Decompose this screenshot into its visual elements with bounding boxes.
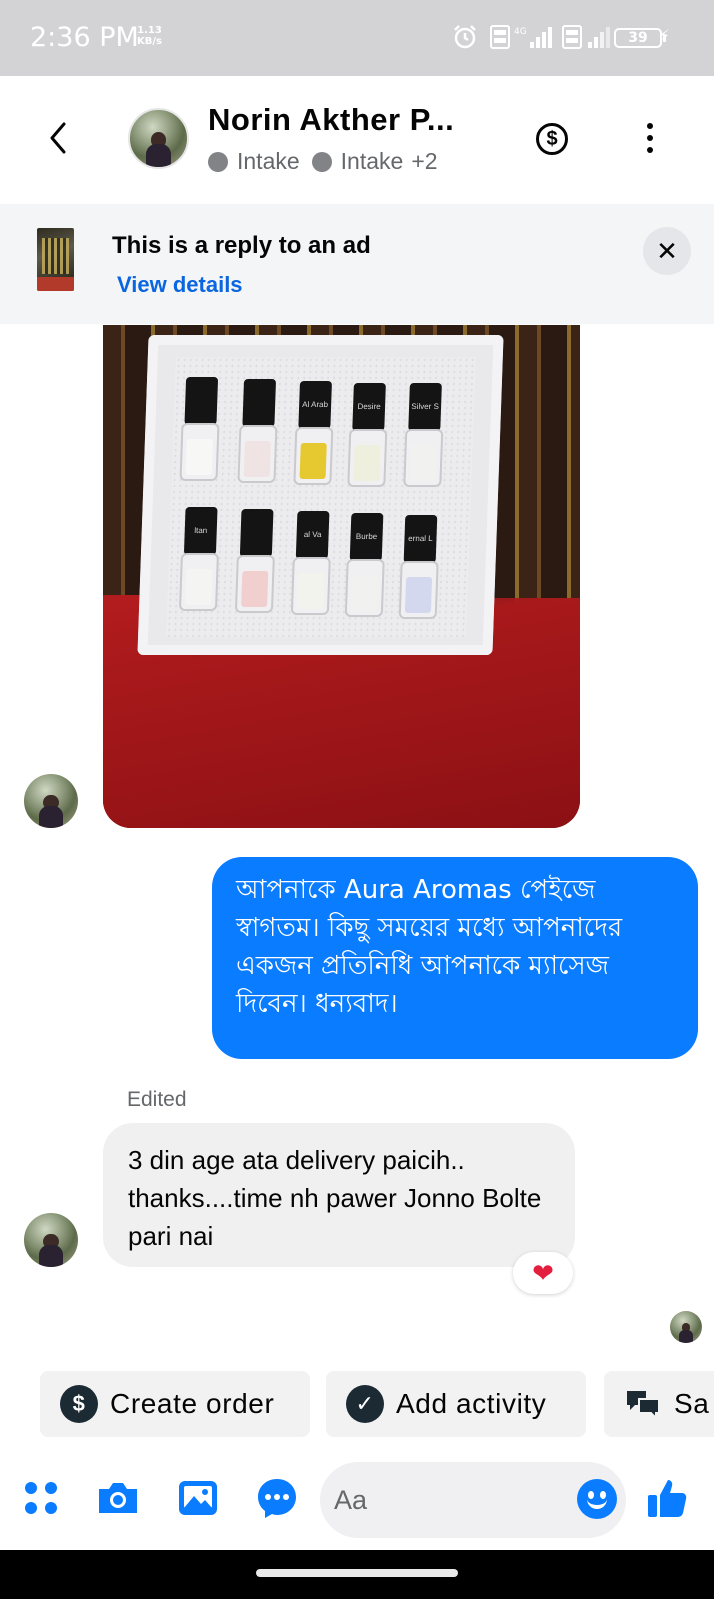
volte-icon: [562, 25, 582, 49]
perfume-bottle: [234, 509, 277, 621]
signal-icon: [588, 27, 610, 48]
signal-icon: 4G: [514, 27, 552, 48]
more-vertical-icon[interactable]: [645, 123, 655, 155]
label-intake: Intake: [237, 148, 300, 174]
network-speed-value: 1.13: [137, 25, 162, 36]
outgoing-message[interactable]: আপনাকে Aura Aromas পেইজে স্বাগতম। কিছু স…: [212, 857, 698, 1059]
camera-icon[interactable]: [95, 1475, 141, 1521]
create-order-button[interactable]: $ Create order: [40, 1371, 310, 1437]
dollar-icon[interactable]: $: [536, 123, 568, 155]
message-composer: [0, 1450, 714, 1550]
check-circle-icon: ✓: [346, 1385, 384, 1423]
add-activity-label: Add activity: [396, 1388, 547, 1419]
chat-extension-icon[interactable]: [254, 1475, 300, 1521]
close-icon[interactable]: ✕: [643, 227, 691, 275]
perfume-bottle: Silver S: [403, 383, 445, 495]
saved-replies-label: Sa: [674, 1388, 710, 1419]
chevron-left-icon[interactable]: [40, 116, 76, 160]
perfume-bottle: Desire: [347, 383, 389, 495]
network-speed-unit: KB/s: [137, 36, 162, 47]
status-time: 2:36 PM: [30, 22, 139, 53]
battery-icon: 39: [614, 28, 666, 48]
volte-icon: [490, 25, 510, 49]
gallery-icon[interactable]: [175, 1475, 221, 1521]
contact-name[interactable]: Norin Akther P...: [208, 102, 454, 138]
status-bar: 2:36 PM 1.13 KB/s 4G 39 ⚡: [0, 0, 714, 76]
quick-actions-bar: $ Create order ✓ Add activity Sa: [0, 1371, 714, 1437]
system-navigation-bar: [0, 1550, 714, 1599]
perfume-bottle: Al Arab: [293, 381, 335, 493]
seen-avatar: [670, 1311, 702, 1343]
sender-avatar[interactable]: [24, 774, 78, 828]
ad-banner-title: This is a reply to an ad: [112, 232, 371, 259]
network-speed: 1.13 KB/s: [137, 25, 162, 47]
label-dot-icon: [311, 151, 332, 172]
alarm-icon: [454, 25, 476, 49]
edited-label: Edited: [127, 1088, 187, 1111]
perfume-bottle: al Va: [290, 511, 333, 623]
emoji-icon[interactable]: [577, 1479, 617, 1519]
perfume-tray: Al Arab Desire Silver S ltan al Va Burbe…: [137, 335, 504, 655]
label-intake: Intake: [340, 148, 404, 174]
perfume-bottle: ltan: [178, 507, 221, 619]
heart-reaction-icon[interactable]: ❤: [513, 1252, 573, 1294]
sender-avatar[interactable]: [24, 1213, 78, 1267]
ad-reply-banner: This is a reply to an ad View details: [0, 204, 714, 324]
contact-labels[interactable]: Intake Intake +2: [208, 148, 438, 175]
saved-replies-button[interactable]: Sa: [604, 1371, 714, 1437]
create-order-label: Create order: [110, 1388, 275, 1419]
home-gesture-pill[interactable]: [256, 1569, 458, 1577]
conversation-header: Norin Akther P... Intake Intake +2 $: [0, 76, 714, 204]
svg-text:4G: 4G: [514, 27, 527, 37]
perfume-bottle: ernal L: [398, 515, 440, 627]
avatar[interactable]: [128, 108, 189, 169]
dollar-circle-icon: $: [60, 1385, 98, 1423]
chat-bubbles-icon: [627, 1391, 660, 1421]
labels-more-count: +2: [411, 148, 438, 174]
thumbs-up-icon[interactable]: [644, 1475, 690, 1521]
apps-icon[interactable]: [18, 1475, 64, 1521]
add-activity-button[interactable]: ✓ Add activity: [326, 1371, 586, 1437]
photo-message[interactable]: Al Arab Desire Silver S ltan al Va Burbe…: [103, 325, 580, 828]
ad-thumbnail[interactable]: [37, 228, 74, 291]
charging-icon: ⚡: [658, 28, 670, 45]
perfume-bottle: [237, 379, 279, 491]
incoming-message[interactable]: 3 din age ata delivery paicih.. thanks..…: [103, 1123, 575, 1267]
perfume-bottle: Burbe: [344, 513, 386, 625]
view-details-link[interactable]: View details: [117, 272, 243, 298]
perfume-bottle: [179, 377, 221, 489]
label-dot-icon: [208, 151, 228, 172]
